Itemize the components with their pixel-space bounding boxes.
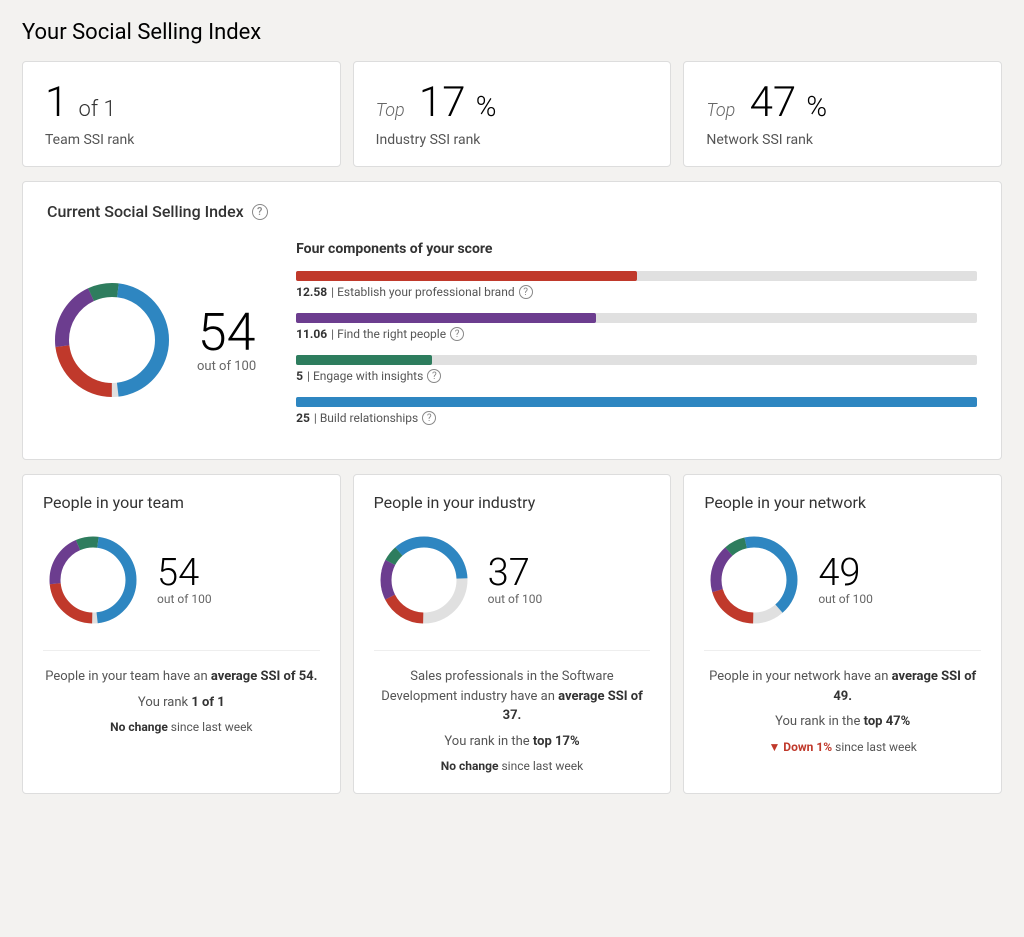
team-people-title: People in your team: [43, 493, 320, 512]
relationships-value: 25: [296, 411, 310, 425]
relationships-help-icon[interactable]: ?: [422, 411, 436, 425]
brand-bar-track: [296, 271, 977, 281]
main-ssi-card: Current Social Selling Index ?: [22, 181, 1002, 460]
components-section: Four components of your score 12.58 | Es…: [296, 241, 977, 439]
component-relationships: 25 | Build relationships ?: [296, 397, 977, 425]
team-people-card: People in your team 54 out of 100 People…: [22, 474, 341, 794]
team-rank-of: of 1: [79, 97, 116, 122]
component-brand: 12.58 | Establish your professional bran…: [296, 271, 977, 299]
insights-value: 5: [296, 369, 303, 383]
team-rank-subtitle: Team SSI rank: [45, 132, 318, 148]
network-people-title: People in your network: [704, 493, 981, 512]
network-top-label: Top: [706, 100, 735, 121]
network-rank-main: Top 47 %: [706, 80, 979, 126]
industry-desc: Sales professionals in the Software Deve…: [374, 650, 651, 775]
insights-help-icon[interactable]: ?: [427, 369, 441, 383]
industry-donut-row: 37 out of 100: [374, 530, 651, 630]
insights-bar-track: [296, 355, 977, 365]
rank-cards-row: 1 of 1 Team SSI rank Top 17 % Industry S…: [22, 61, 1002, 167]
network-rank-number: 47: [750, 78, 797, 127]
industry-score: 37 out of 100: [488, 554, 543, 606]
network-people-card: People in your network 49 out of 100 Peo…: [683, 474, 1002, 794]
industry-rank-main: Top 17 %: [376, 80, 649, 126]
people-label: 11.06 | Find the right people ?: [296, 327, 977, 341]
network-score-num: 49: [818, 554, 873, 592]
team-donut-chart: [43, 530, 143, 630]
industry-pct-sign: %: [476, 90, 497, 123]
main-donut-chart: [47, 275, 177, 405]
insights-label: 5 | Engage with insights ?: [296, 369, 977, 383]
brand-value: 12.58: [296, 285, 327, 299]
industry-people-title: People in your industry: [374, 493, 651, 512]
ssi-help-icon[interactable]: ?: [252, 204, 268, 220]
brand-label: 12.58 | Establish your professional bran…: [296, 285, 977, 299]
industry-people-card: People in your industry 37 out of 100 Sa…: [353, 474, 672, 794]
relationships-bar-track: [296, 397, 977, 407]
ssi-content: 54 out of 100 Four components of your sc…: [47, 241, 977, 439]
network-score-outof: out of 100: [818, 592, 873, 606]
network-rank-card: Top 47 % Network SSI rank: [683, 61, 1002, 167]
main-card-title: Current Social Selling Index ?: [47, 202, 977, 221]
network-score: 49 out of 100: [818, 554, 873, 606]
network-donut-row: 49 out of 100: [704, 530, 981, 630]
brand-help-icon[interactable]: ?: [519, 285, 533, 299]
main-donut-section: 54 out of 100: [47, 275, 256, 405]
industry-donut-chart: [374, 530, 474, 630]
network-pct-sign: %: [806, 90, 827, 123]
industry-top-label: Top: [376, 100, 405, 121]
team-rank-number: 1: [45, 78, 68, 127]
page-title: Your Social Selling Index: [22, 20, 1002, 45]
team-score: 54 out of 100: [157, 554, 212, 606]
industry-score-num: 37: [488, 554, 543, 592]
people-bar-fill: [296, 313, 596, 323]
industry-rank-subtitle: Industry SSI rank: [376, 132, 649, 148]
relationships-bar-fill: [296, 397, 977, 407]
insights-bar-fill: [296, 355, 432, 365]
main-score-number: 54: [197, 307, 256, 359]
people-value: 11.06: [296, 327, 327, 341]
main-score-text: 54 out of 100: [197, 307, 256, 374]
main-score-outof: out of 100: [197, 359, 256, 374]
down-arrow-icon: ▼: [768, 740, 783, 754]
network-donut-chart: [704, 530, 804, 630]
relationships-label: 25 | Build relationships ?: [296, 411, 977, 425]
team-donut-row: 54 out of 100: [43, 530, 320, 630]
team-rank-card: 1 of 1 Team SSI rank: [22, 61, 341, 167]
team-desc: People in your team have an average SSI …: [43, 650, 320, 736]
team-score-num: 54: [157, 554, 212, 592]
industry-rank-card: Top 17 % Industry SSI rank: [353, 61, 672, 167]
team-score-outof: out of 100: [157, 592, 212, 606]
industry-rank-number: 17: [419, 78, 466, 127]
components-title: Four components of your score: [296, 241, 977, 257]
network-rank-subtitle: Network SSI rank: [706, 132, 979, 148]
component-people: 11.06 | Find the right people ?: [296, 313, 977, 341]
industry-score-outof: out of 100: [488, 592, 543, 606]
bottom-cards-row: People in your team 54 out of 100 People…: [22, 474, 1002, 794]
brand-bar-fill: [296, 271, 636, 281]
team-rank-main: 1 of 1: [45, 80, 318, 126]
component-insights: 5 | Engage with insights ?: [296, 355, 977, 383]
people-bar-track: [296, 313, 977, 323]
people-help-icon[interactable]: ?: [450, 327, 464, 341]
network-desc: People in your network have an average S…: [704, 650, 981, 756]
